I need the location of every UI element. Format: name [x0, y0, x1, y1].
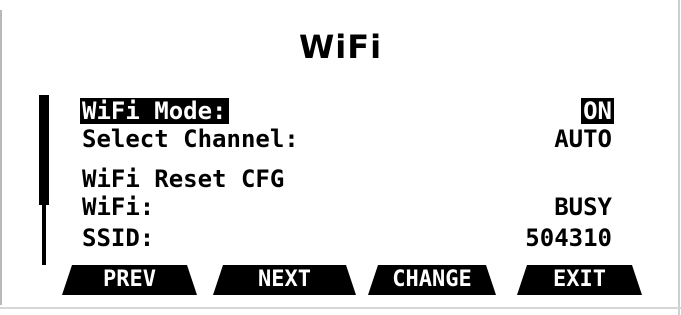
device-display: WiFi WiFi Mode: ON Select Channel: AUTO …	[0, 0, 681, 315]
menu-item-label: WiFi Reset CFG	[82, 165, 285, 193]
page-title: WiFi	[298, 28, 383, 66]
menu-item-ssid[interactable]: SSID: 504310	[80, 225, 614, 251]
menu-item-value: BUSY	[554, 193, 612, 221]
menu-item-value: AUTO	[554, 125, 612, 153]
menu-item-select-channel[interactable]: Select Channel: AUTO	[80, 126, 614, 152]
scrollbar-thumb[interactable]	[39, 95, 49, 205]
menu-item-wifi-status[interactable]: WiFi: BUSY	[80, 194, 614, 220]
menu-item-value: ON	[581, 97, 614, 125]
prev-button[interactable]: PREV	[62, 265, 197, 295]
change-button[interactable]: CHANGE	[368, 265, 496, 295]
menu-item-label: SSID:	[82, 224, 155, 252]
menu-item-wifi-mode[interactable]: WiFi Mode: ON	[80, 98, 614, 124]
menu-item-wifi-reset-cfg[interactable]: WiFi Reset CFG	[80, 166, 614, 192]
next-button[interactable]: NEXT	[213, 265, 356, 295]
exit-button[interactable]: EXIT	[517, 265, 642, 295]
menu-item-label: WiFi:	[82, 193, 155, 221]
menu-item-label: Select Channel:	[82, 125, 299, 153]
menu-item-label: WiFi Mode:	[80, 97, 229, 125]
menu-item-value	[610, 166, 614, 192]
menu-item-value: 504310	[525, 224, 612, 252]
screen-bottom-edge	[0, 307, 681, 309]
